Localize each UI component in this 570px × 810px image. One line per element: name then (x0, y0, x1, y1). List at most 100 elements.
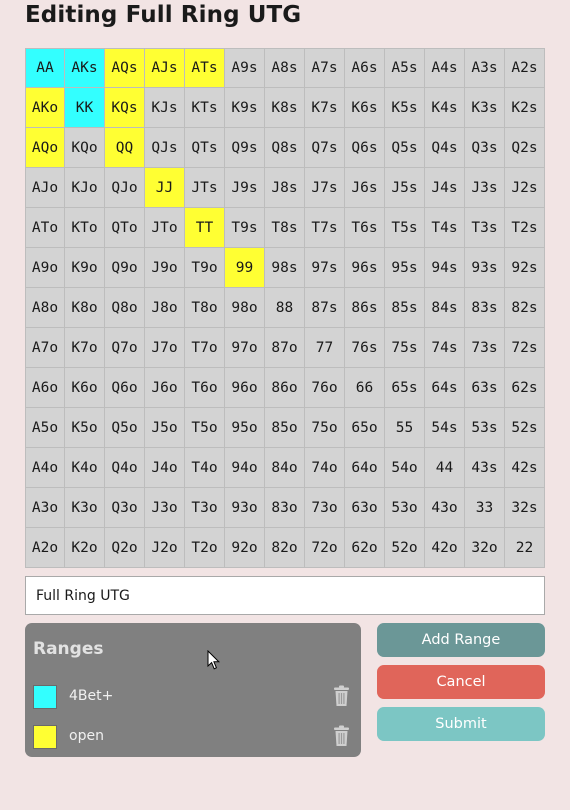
hand-cell[interactable]: A2s (505, 48, 545, 88)
hand-cell[interactable]: K4o (65, 448, 105, 488)
hand-cell[interactable]: JTo (145, 208, 185, 248)
hand-cell[interactable]: T3s (465, 208, 505, 248)
hand-cell[interactable]: QJo (105, 168, 145, 208)
hand-cell[interactable]: J4o (145, 448, 185, 488)
hand-cell[interactable]: T5o (185, 408, 225, 448)
hand-cell[interactable]: AKo (25, 88, 65, 128)
hand-cell[interactable]: T6o (185, 368, 225, 408)
hand-cell[interactable]: K8s (265, 88, 305, 128)
hand-cell[interactable]: 86s (345, 288, 385, 328)
hand-cell[interactable]: 75s (385, 328, 425, 368)
hand-cell[interactable]: Q6s (345, 128, 385, 168)
hand-cell[interactable]: 92s (505, 248, 545, 288)
hand-cell[interactable]: KJs (145, 88, 185, 128)
hand-cell[interactable]: 84o (265, 448, 305, 488)
hand-cell[interactable]: 75o (305, 408, 345, 448)
hand-cell[interactable]: Q3o (105, 488, 145, 528)
hand-cell[interactable]: T5s (385, 208, 425, 248)
hand-cell[interactable]: 94s (425, 248, 465, 288)
hand-cell[interactable]: T7o (185, 328, 225, 368)
hand-cell[interactable]: 74o (305, 448, 345, 488)
hand-cell[interactable]: ATo (25, 208, 65, 248)
hand-cell[interactable]: AQs (105, 48, 145, 88)
trash-icon[interactable] (333, 685, 350, 707)
hand-cell[interactable]: J5s (385, 168, 425, 208)
hand-cell[interactable]: 33 (465, 488, 505, 528)
hand-cell[interactable]: 99 (225, 248, 265, 288)
hand-cell[interactable]: 65o (345, 408, 385, 448)
hand-cell[interactable]: 87s (305, 288, 345, 328)
hand-cell[interactable]: T2s (505, 208, 545, 248)
hand-cell[interactable]: J9o (145, 248, 185, 288)
range-name-input[interactable] (25, 576, 545, 615)
hand-cell[interactable]: KJo (65, 168, 105, 208)
trash-icon[interactable] (333, 725, 350, 747)
hand-cell[interactable]: 62o (345, 528, 385, 568)
hand-cell[interactable]: 65s (385, 368, 425, 408)
hand-cell[interactable]: QQ (105, 128, 145, 168)
hand-cell[interactable]: K4s (425, 88, 465, 128)
hand-cell[interactable]: A7o (25, 328, 65, 368)
hand-cell[interactable]: A2o (25, 528, 65, 568)
hand-cell[interactable]: Q6o (105, 368, 145, 408)
range-item-open[interactable]: open (33, 725, 353, 749)
hand-cell[interactable]: 64o (345, 448, 385, 488)
cancel-button[interactable]: Cancel (377, 665, 545, 699)
hand-cell[interactable]: J2s (505, 168, 545, 208)
hand-cell[interactable]: KQs (105, 88, 145, 128)
hand-cell[interactable]: K2s (505, 88, 545, 128)
hand-cell[interactable]: AJs (145, 48, 185, 88)
hand-cell[interactable]: 96s (345, 248, 385, 288)
hand-cell[interactable]: T8o (185, 288, 225, 328)
hand-cell[interactable]: Q9s (225, 128, 265, 168)
hand-cell[interactable]: K9s (225, 88, 265, 128)
hand-cell[interactable]: K3s (465, 88, 505, 128)
hand-cell[interactable]: Q5s (385, 128, 425, 168)
range-color-swatch[interactable] (33, 685, 57, 709)
hand-cell[interactable]: T9s (225, 208, 265, 248)
hand-cell[interactable]: AA (25, 48, 65, 88)
hand-cell[interactable]: K5o (65, 408, 105, 448)
hand-cell[interactable]: A5o (25, 408, 65, 448)
hand-cell[interactable]: 53o (385, 488, 425, 528)
hand-cell[interactable]: A4s (425, 48, 465, 88)
hand-cell[interactable]: JTs (185, 168, 225, 208)
hand-cell[interactable]: 82s (505, 288, 545, 328)
hand-cell[interactable]: 83s (465, 288, 505, 328)
hand-cell[interactable]: Q8o (105, 288, 145, 328)
submit-button[interactable]: Submit (377, 707, 545, 741)
hand-cell[interactable]: A8s (265, 48, 305, 88)
hand-cell[interactable]: 93s (465, 248, 505, 288)
hand-cell[interactable]: 94o (225, 448, 265, 488)
hand-cell[interactable]: 88 (265, 288, 305, 328)
hand-cell[interactable]: A9s (225, 48, 265, 88)
hand-cell[interactable]: 77 (305, 328, 345, 368)
hand-cell[interactable]: 92o (225, 528, 265, 568)
hand-cell[interactable]: QTs (185, 128, 225, 168)
hand-cell[interactable]: A7s (305, 48, 345, 88)
hand-cell[interactable]: KK (65, 88, 105, 128)
hand-cell[interactable]: 63o (345, 488, 385, 528)
hand-cell[interactable]: A3o (25, 488, 65, 528)
hand-cell[interactable]: AKs (65, 48, 105, 88)
range-color-swatch[interactable] (33, 725, 57, 749)
hand-cell[interactable]: 73s (465, 328, 505, 368)
hand-cell[interactable]: J5o (145, 408, 185, 448)
hand-cell[interactable]: ATs (185, 48, 225, 88)
hand-cell[interactable]: 85s (385, 288, 425, 328)
hand-cell[interactable]: T6s (345, 208, 385, 248)
hand-cell[interactable]: 87o (265, 328, 305, 368)
hand-cell[interactable]: 93o (225, 488, 265, 528)
hand-cell[interactable]: K5s (385, 88, 425, 128)
hand-cell[interactable]: K6o (65, 368, 105, 408)
hand-cell[interactable]: 97s (305, 248, 345, 288)
hand-cell[interactable]: A9o (25, 248, 65, 288)
hand-cell[interactable]: 76o (305, 368, 345, 408)
hand-cell[interactable]: 52o (385, 528, 425, 568)
hand-cell[interactable]: J2o (145, 528, 185, 568)
hand-cell[interactable]: Q4s (425, 128, 465, 168)
hand-cell[interactable]: A8o (25, 288, 65, 328)
hand-cell[interactable]: 54s (425, 408, 465, 448)
hand-cell[interactable]: 42s (505, 448, 545, 488)
hand-cell[interactable]: K2o (65, 528, 105, 568)
